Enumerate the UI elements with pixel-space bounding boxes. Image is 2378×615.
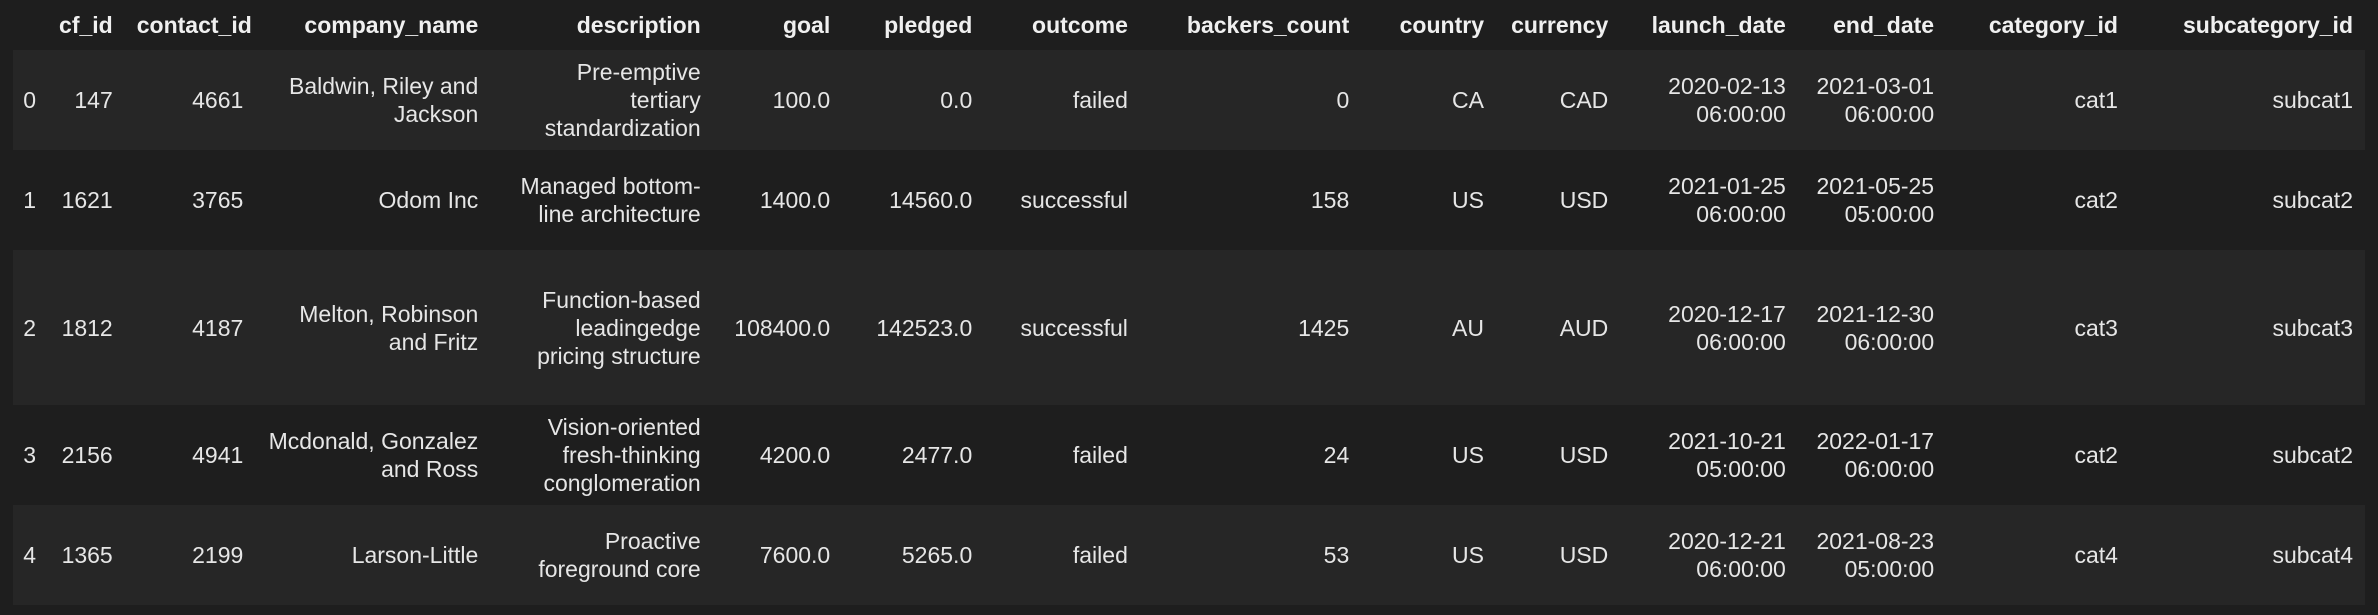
column-header-subcategory-id: subcategory_id xyxy=(2183,12,2353,38)
cell-goal: 7600.0 xyxy=(759,542,831,568)
cell-subcategory-id: subcat2 xyxy=(2272,442,2353,468)
cell-backers-count: 0 xyxy=(1336,87,1350,113)
cell-cf-id: 2156 xyxy=(61,442,113,468)
cell-currency: USD xyxy=(1559,187,1609,213)
column-header-currency: currency xyxy=(1511,12,1609,38)
cell-currency: USD xyxy=(1559,442,1609,468)
cell-goal: 1400.0 xyxy=(759,187,831,213)
cell-contact-id: 3765 xyxy=(192,187,244,213)
table-row: 3 2156 4941 Mcdonald, Gonzalez and Ross … xyxy=(13,405,2365,505)
cell-country: US xyxy=(1452,442,1484,468)
cell-pledged: 14560.0 xyxy=(889,187,973,213)
column-header-index xyxy=(13,0,46,50)
cell-contact-id: 4187 xyxy=(192,314,244,341)
row-index: 3 xyxy=(23,442,37,468)
cell-outcome: successful xyxy=(1020,187,1128,213)
cell-description: Managed bottom-line architecture xyxy=(520,173,701,227)
cell-contact-id: 4941 xyxy=(192,442,244,468)
row-index: 4 xyxy=(23,542,37,568)
cell-country: US xyxy=(1452,542,1484,568)
cell-outcome: successful xyxy=(1020,314,1128,341)
table-row: 1 1621 3765 Odom Inc Managed bottom-line… xyxy=(13,150,2365,250)
cell-end-date: 2021-03-01 06:00:00 xyxy=(1816,73,1935,127)
table-row: 2 1812 4187 Melton, Robinson and Fritz F… xyxy=(13,250,2365,405)
cell-category-id: cat4 xyxy=(2074,542,2118,568)
cell-launch-date: 2021-10-21 05:00:00 xyxy=(1668,428,1786,482)
header-row: cf_id contact_id company_name descriptio… xyxy=(13,0,2365,50)
cell-contact-id: 4661 xyxy=(192,87,244,113)
cell-cf-id: 1812 xyxy=(61,314,113,341)
cell-subcategory-id: subcat3 xyxy=(2272,314,2353,341)
cell-launch-date: 2020-02-13 06:00:00 xyxy=(1668,73,1786,127)
cell-subcategory-id: subcat2 xyxy=(2272,187,2353,213)
cell-backers-count: 1425 xyxy=(1298,314,1350,341)
cell-cf-id: 1621 xyxy=(61,187,113,213)
cell-end-date: 2022-01-17 06:00:00 xyxy=(1816,428,1935,482)
cell-category-id: cat2 xyxy=(2074,187,2118,213)
cell-description: Vision-oriented fresh-thinking conglomer… xyxy=(543,414,701,496)
cell-pledged: 2477.0 xyxy=(901,442,973,468)
table-row: 0 147 4661 Baldwin, Riley and Jackson Pr… xyxy=(13,50,2365,150)
cell-pledged: 0.0 xyxy=(940,87,973,113)
column-header-company-name: company_name xyxy=(304,12,479,38)
column-header-outcome: outcome xyxy=(1032,12,1128,38)
cell-pledged: 142523.0 xyxy=(876,314,973,341)
cell-country: CA xyxy=(1452,87,1484,113)
dataframe-table: cf_id contact_id company_name descriptio… xyxy=(13,0,2365,605)
cell-launch-date: 2020-12-17 06:00:00 xyxy=(1668,300,1786,355)
cell-backers-count: 53 xyxy=(1323,542,1350,568)
cell-goal: 100.0 xyxy=(772,87,831,113)
cell-company-name: Larson-Little xyxy=(351,542,479,568)
column-header-country: country xyxy=(1399,12,1484,38)
cell-description: Function-based leadingedge pricing struc… xyxy=(537,286,701,369)
cell-currency: AUD xyxy=(1559,314,1609,341)
cell-category-id: cat2 xyxy=(2074,442,2118,468)
cell-outcome: failed xyxy=(1072,542,1128,568)
column-header-category-id: category_id xyxy=(1988,12,2118,38)
cell-end-date: 2021-05-25 05:00:00 xyxy=(1816,173,1935,227)
dataframe-output: cf_id contact_id company_name descriptio… xyxy=(13,0,2365,605)
cell-subcategory-id: subcat1 xyxy=(2272,87,2353,113)
table-row: 4 1365 2199 Larson-Little Proactive fore… xyxy=(13,505,2365,605)
cell-subcategory-id: subcat4 xyxy=(2272,542,2353,568)
cell-goal: 108400.0 xyxy=(734,314,831,341)
cell-outcome: failed xyxy=(1072,87,1128,113)
cell-description: Pre-emptive tertiary standardization xyxy=(544,59,701,141)
cell-company-name: Odom Inc xyxy=(378,187,479,213)
cell-backers-count: 158 xyxy=(1310,187,1350,213)
cell-launch-date: 2020-12-21 06:00:00 xyxy=(1668,528,1786,582)
column-header-cf-id: cf_id xyxy=(59,12,113,38)
cell-launch-date: 2021-01-25 06:00:00 xyxy=(1668,173,1786,227)
row-index: 0 xyxy=(23,87,37,113)
cell-category-id: cat3 xyxy=(2074,314,2118,341)
column-header-description: description xyxy=(576,12,701,38)
cell-contact-id: 2199 xyxy=(192,542,244,568)
cell-backers-count: 24 xyxy=(1323,442,1350,468)
cell-description: Proactive foreground core xyxy=(538,528,701,582)
cell-country: AU xyxy=(1452,314,1484,341)
column-header-pledged: pledged xyxy=(884,12,973,38)
cell-cf-id: 147 xyxy=(74,87,113,113)
cell-outcome: failed xyxy=(1072,442,1128,468)
column-header-backers-count: backers_count xyxy=(1186,12,1350,38)
row-index: 1 xyxy=(23,187,37,213)
cell-end-date: 2021-08-23 05:00:00 xyxy=(1816,528,1935,582)
cell-company-name: Melton, Robinson and Fritz xyxy=(299,300,479,355)
column-header-goal: goal xyxy=(782,12,831,38)
cell-currency: CAD xyxy=(1559,87,1609,113)
cell-country: US xyxy=(1452,187,1484,213)
cell-company-name: Mcdonald, Gonzalez and Ross xyxy=(268,428,479,482)
cell-category-id: cat1 xyxy=(2074,87,2118,113)
cell-company-name: Baldwin, Riley and Jackson xyxy=(289,73,479,127)
column-header-end-date: end_date xyxy=(1833,12,1935,38)
cell-goal: 4200.0 xyxy=(759,442,831,468)
column-header-contact-id: contact_id xyxy=(136,12,252,38)
cell-pledged: 5265.0 xyxy=(901,542,973,568)
cell-cf-id: 1365 xyxy=(61,542,113,568)
cell-end-date: 2021-12-30 06:00:00 xyxy=(1816,300,1935,355)
column-header-launch-date: launch_date xyxy=(1651,12,1786,38)
row-index: 2 xyxy=(23,314,37,341)
cell-currency: USD xyxy=(1559,542,1609,568)
